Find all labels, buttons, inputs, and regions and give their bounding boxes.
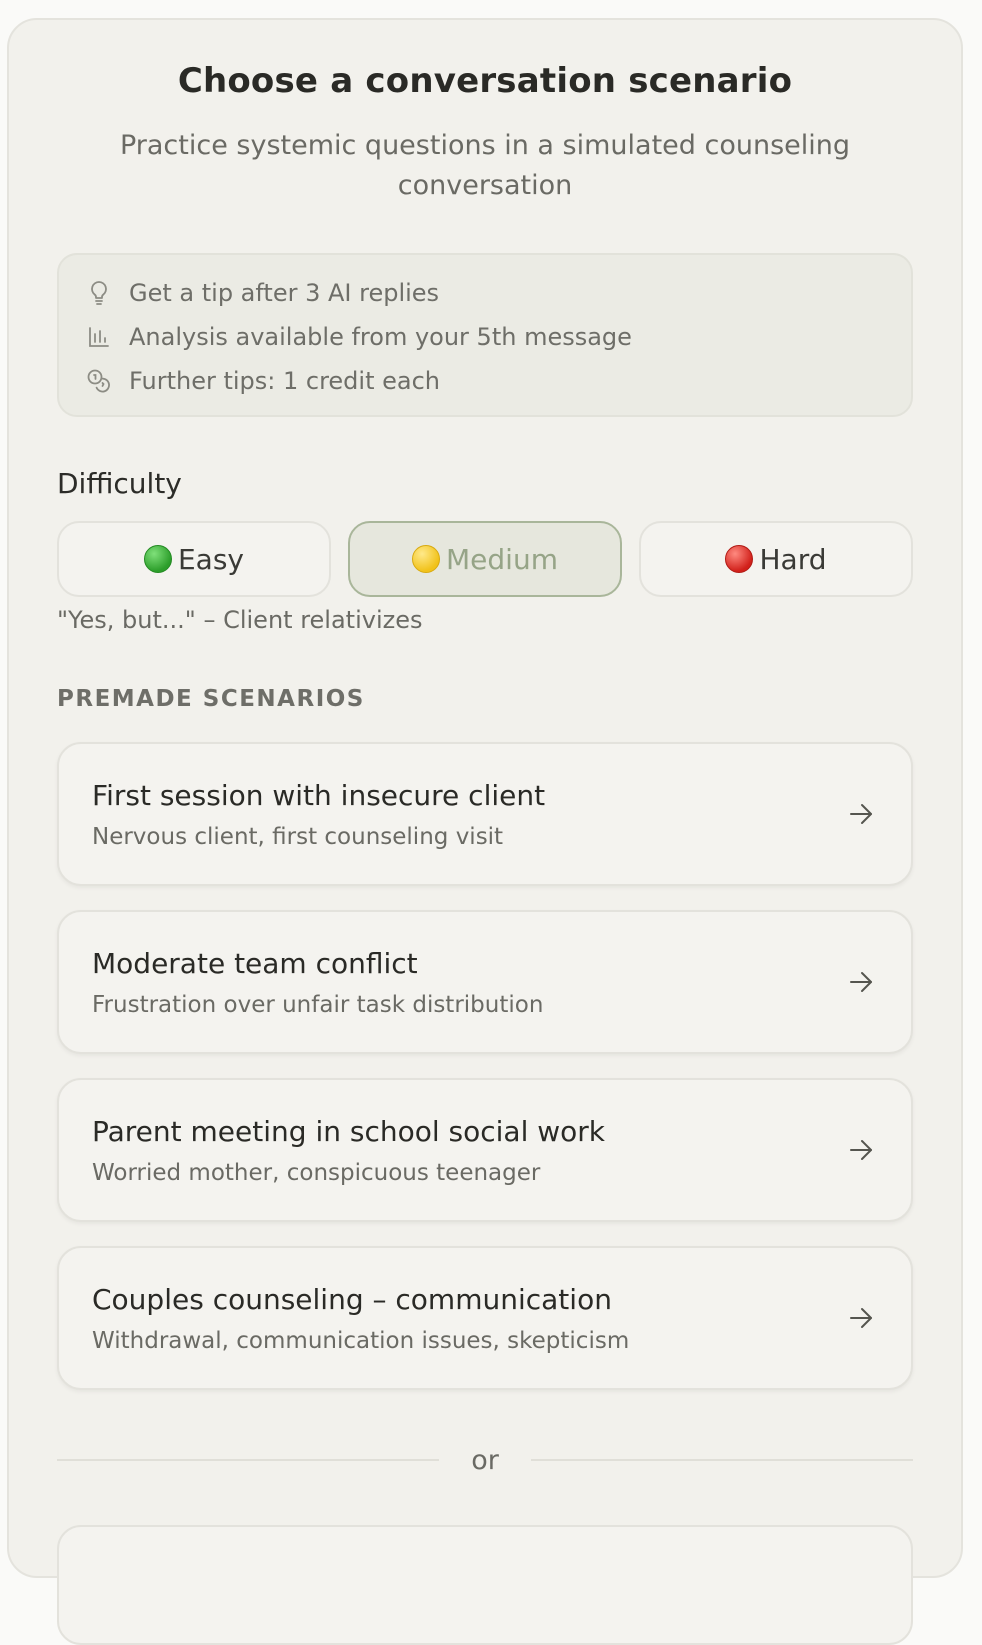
difficulty-hard-button[interactable]: Hard	[639, 521, 913, 597]
difficulty-medium-button[interactable]: Medium	[348, 521, 622, 597]
bar-chart-icon	[85, 323, 113, 351]
difficulty-description: "Yes, but..." – Client relativizes	[57, 606, 423, 634]
scenario-subtitle: Frustration over unfair task distributio…	[92, 992, 544, 1018]
difficulty-easy-button[interactable]: Easy	[57, 521, 331, 597]
arrow-right-icon	[847, 1136, 875, 1164]
divider-line	[57, 1459, 440, 1461]
arrow-right-icon	[847, 800, 875, 828]
scenario-subtitle: Worried mother, conspicuous teenager	[92, 1160, 541, 1186]
green-circle-icon	[143, 545, 172, 573]
divider-line	[530, 1459, 913, 1461]
arrow-right-icon	[847, 968, 875, 996]
difficulty-selector: Easy Medium Hard	[57, 521, 913, 597]
scenario-subtitle: Withdrawal, communication issues, skepti…	[92, 1328, 630, 1354]
or-divider: or	[57, 1440, 913, 1480]
lightbulb-icon	[85, 279, 113, 307]
info-row-analysis: Analysis available from your 5th message	[85, 315, 885, 359]
scenario-card-team-conflict[interactable]: Moderate team conflict Frustration over …	[57, 910, 913, 1054]
arrow-right-icon	[847, 1304, 875, 1332]
difficulty-easy-label: Easy	[177, 542, 244, 576]
info-text-tip: Get a tip after 3 AI replies	[129, 279, 440, 307]
custom-scenario-card[interactable]	[57, 1525, 913, 1645]
red-circle-icon	[725, 545, 754, 573]
scenario-title: Moderate team conflict	[92, 947, 418, 980]
info-row-tip: Get a tip after 3 AI replies	[85, 271, 885, 315]
scenario-title: Parent meeting in school social work	[92, 1115, 606, 1148]
divider-or-label: or	[471, 1444, 499, 1476]
difficulty-medium-label: Medium	[446, 542, 558, 576]
coins-icon	[85, 367, 113, 395]
yellow-circle-icon	[412, 545, 441, 573]
info-row-credits: Further tips: 1 credit each	[85, 359, 885, 403]
scenario-title: Couples counseling – communication	[92, 1283, 612, 1316]
scenario-card-couples-counseling[interactable]: Couples counseling – communication Withd…	[57, 1246, 913, 1390]
page-subtitle: Practice systemic questions in a simulat…	[119, 130, 851, 201]
info-box: Get a tip after 3 AI replies Analysis av…	[57, 253, 913, 417]
info-text-analysis: Analysis available from your 5th message	[129, 323, 632, 351]
difficulty-hard-label: Hard	[759, 542, 827, 576]
scenario-card-first-session[interactable]: First session with insecure client Nervo…	[57, 742, 913, 886]
info-text-credits: Further tips: 1 credit each	[129, 367, 441, 395]
scenario-card: Choose a conversation scenario Practice …	[7, 18, 963, 1645]
difficulty-label: Difficulty	[57, 467, 182, 500]
premade-scenarios-heading: PREMADE SCENARIOS	[57, 686, 365, 712]
scenario-title: First session with insecure client	[92, 779, 546, 812]
scenario-subtitle: Nervous client, first counseling visit	[92, 824, 504, 850]
scenario-card-parent-meeting[interactable]: Parent meeting in school social work Wor…	[57, 1078, 913, 1222]
page-title: Choose a conversation scenario	[177, 61, 793, 101]
